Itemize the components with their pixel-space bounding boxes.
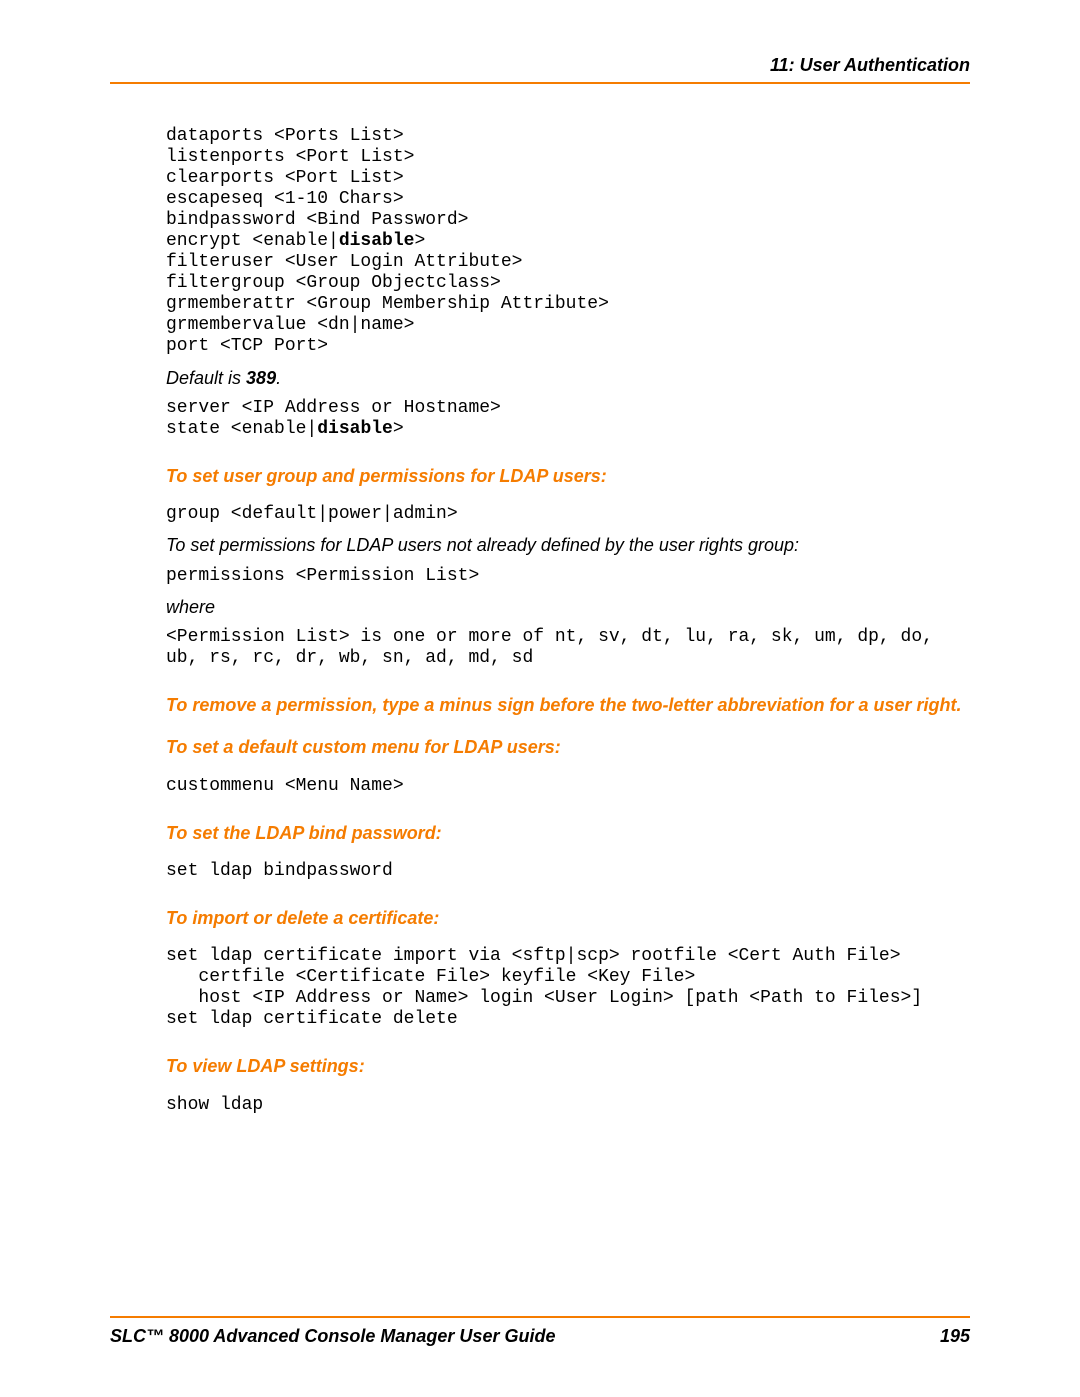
code-permlist: <Permission List> is one or more of nt, … (166, 627, 970, 669)
code-cert: set ldap certificate import via <sftp|sc… (166, 946, 970, 1030)
code-block-server: server <IP Address or Hostname> state <e… (166, 398, 970, 440)
code-group: group <default|power|admin> (166, 504, 970, 525)
code-block-params: dataports <Ports List> listenports <Port… (166, 126, 970, 358)
heading-group: To set user group and permissions for LD… (166, 464, 970, 488)
code-show: show ldap (166, 1095, 970, 1116)
default-note: Default is 389. (166, 366, 970, 390)
where-label: where (166, 595, 970, 619)
heading-custommenu: To set a default custom menu for LDAP us… (166, 735, 970, 759)
code-bindpw: set ldap bindpassword (166, 861, 970, 882)
page-footer: SLC™ 8000 Advanced Console Manager User … (110, 1316, 970, 1347)
footer-page: 195 (940, 1326, 970, 1347)
perm-note: To set permissions for LDAP users not al… (166, 533, 970, 557)
heading-remove: To remove a permission, type a minus sig… (166, 693, 970, 717)
code-permissions: permissions <Permission List> (166, 566, 970, 587)
footer-title: SLC™ 8000 Advanced Console Manager User … (110, 1326, 555, 1347)
heading-bindpw: To set the LDAP bind password: (166, 821, 970, 845)
page: 11: User Authentication dataports <Ports… (0, 0, 1080, 1397)
heading-cert: To import or delete a certificate: (166, 906, 970, 930)
heading-view: To view LDAP settings: (166, 1054, 970, 1078)
page-header: 11: User Authentication (110, 55, 970, 84)
code-custommenu: custommenu <Menu Name> (166, 776, 970, 797)
page-content: dataports <Ports List> listenports <Port… (166, 126, 970, 1116)
chapter-title: 11: User Authentication (770, 55, 970, 75)
